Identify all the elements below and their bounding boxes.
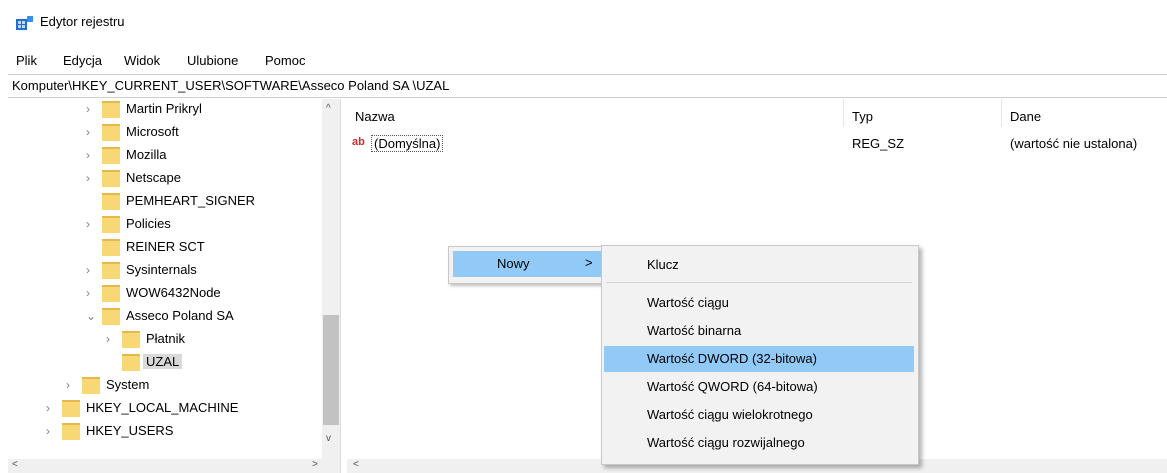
address-text[interactable]: Komputer\HKEY_CURRENT_USER\SOFTWARE\Asse… (12, 78, 449, 93)
chevron-right-icon[interactable]: › (46, 424, 56, 438)
menu-item-label: Wartość ciągu wielokrotnego (647, 407, 813, 422)
address-bar[interactable]: Komputer\HKEY_CURRENT_USER\SOFTWARE\Asse… (8, 74, 1167, 98)
menu-item-nowy[interactable]: Nowy > (453, 251, 603, 277)
title-bar: Edytor rejestru (0, 0, 1167, 44)
folder-icon (122, 331, 140, 348)
tree-node-label[interactable]: Netscape (126, 170, 181, 185)
column-divider[interactable] (843, 99, 844, 127)
tree-node-label[interactable]: UZAL (143, 354, 183, 369)
menu-bar: Plik Edycja Widok Ulubione Pomoc (0, 50, 1167, 72)
folder-icon (102, 147, 120, 164)
menu-item-expandable-string-value[interactable]: Wartość ciągu rozwijalnego (604, 430, 914, 456)
menu-item-label: Wartość QWORD (64-bitowa) (647, 379, 818, 394)
tree-node-label[interactable]: Płatnik (146, 331, 185, 346)
menu-item-qword-value[interactable]: Wartość QWORD (64-bitowa) (604, 374, 914, 400)
column-divider[interactable] (1001, 99, 1002, 127)
menu-item-label: Klucz (647, 257, 679, 272)
menu-item-label: Wartość DWORD (32-bitowa) (647, 351, 817, 366)
chevron-down-icon[interactable]: ⌄ (86, 309, 96, 323)
folder-icon (62, 400, 80, 417)
tree-node-label[interactable]: Asseco Poland SA (126, 308, 234, 323)
menu-separator (606, 282, 912, 283)
scroll-thumb[interactable] (323, 315, 339, 425)
scroll-right-icon[interactable]: > (312, 459, 318, 470)
folder-icon (102, 308, 120, 325)
tree-node-label[interactable]: Microsoft (126, 124, 179, 139)
tree-node-label[interactable]: HKEY_USERS (86, 423, 173, 438)
column-header-data[interactable]: Dane (1010, 109, 1041, 124)
regedit-icon (16, 16, 33, 30)
menu-item-label: Wartość ciągu (647, 295, 729, 310)
folder-icon (102, 285, 120, 302)
menu-pomoc[interactable]: Pomoc (265, 53, 305, 68)
tree-node-label[interactable]: Mozilla (126, 147, 166, 162)
column-header-name[interactable]: Nazwa (355, 109, 395, 124)
menu-item-label: Nowy (497, 256, 530, 271)
menu-widok[interactable]: Widok (124, 53, 160, 68)
tree-node-label[interactable]: Sysinternals (126, 262, 197, 277)
chevron-right-icon[interactable]: › (86, 286, 96, 300)
menu-item-label: Wartość binarna (647, 323, 742, 338)
registry-tree[interactable]: › Martin Prikryl › Microsoft › Mozilla ›… (8, 99, 340, 459)
tree-vertical-scrollbar[interactable]: ^ v (322, 99, 340, 459)
folder-icon (82, 377, 100, 394)
scroll-up-icon[interactable]: ^ (326, 103, 331, 114)
menu-edycja[interactable]: Edycja (63, 53, 102, 68)
tree-node-label[interactable]: Martin Prikryl (126, 101, 202, 116)
folder-icon (102, 170, 120, 187)
chevron-right-icon[interactable]: › (66, 378, 76, 392)
menu-item-label: Wartość ciągu rozwijalnego (647, 435, 805, 450)
chevron-right-icon[interactable]: › (106, 332, 116, 346)
chevron-right-icon[interactable]: › (86, 217, 96, 231)
string-value-icon: ab (352, 136, 365, 148)
tree-horizontal-scrollbar[interactable]: < > (8, 459, 340, 473)
chevron-right-icon[interactable]: › (86, 148, 96, 162)
pane-splitter[interactable] (340, 99, 347, 473)
menu-ulubione[interactable]: Ulubione (187, 53, 238, 68)
chevron-right-icon[interactable]: › (86, 102, 96, 116)
chevron-right-icon[interactable]: › (86, 125, 96, 139)
window-title: Edytor rejestru (40, 14, 125, 29)
tree-node-label[interactable]: PEMHEART_SIGNER (126, 193, 255, 208)
tree-node-label[interactable]: WOW6432Node (126, 285, 221, 300)
value-name[interactable]: (Domyślna) (371, 135, 444, 152)
folder-icon (62, 423, 80, 440)
folder-icon (102, 193, 120, 210)
menu-item-string-value[interactable]: Wartość ciągu (604, 290, 914, 316)
context-menu: Nowy > (448, 246, 608, 284)
folder-icon (102, 239, 120, 256)
chevron-right-icon[interactable]: › (86, 263, 96, 277)
value-type: REG_SZ (852, 136, 905, 151)
scroll-left-icon[interactable]: < (353, 459, 359, 470)
folder-icon (102, 124, 120, 141)
tree-node-label[interactable]: Policies (126, 216, 171, 231)
folder-icon (102, 101, 120, 118)
value-data: (wartość nie ustalona) (1010, 136, 1138, 151)
menu-plik[interactable]: Plik (16, 53, 37, 68)
tree-node-label[interactable]: HKEY_LOCAL_MACHINE (86, 400, 238, 415)
tree-node-label[interactable]: System (106, 377, 149, 392)
submenu-arrow-icon: > (585, 255, 593, 270)
menu-item-binary-value[interactable]: Wartość binarna (604, 318, 914, 344)
scroll-left-icon[interactable]: < (12, 459, 18, 470)
chevron-right-icon[interactable]: › (86, 171, 96, 185)
column-header-type[interactable]: Typ (852, 109, 873, 124)
tree-node-label[interactable]: REINER SCT (126, 239, 205, 254)
folder-icon (122, 354, 140, 371)
menu-item-dword-value[interactable]: Wartość DWORD (32-bitowa) (604, 346, 914, 372)
folder-icon (102, 262, 120, 279)
menu-item-klucz[interactable]: Klucz (604, 252, 914, 278)
menu-item-multi-string-value[interactable]: Wartość ciągu wielokrotnego (604, 402, 914, 428)
scroll-down-icon[interactable]: v (326, 433, 331, 444)
chevron-right-icon[interactable]: › (46, 401, 56, 415)
submenu-new: Klucz Wartość ciągu Wartość binarna Wart… (601, 245, 919, 465)
table-row[interactable]: ab (Domyślna) REG_SZ (wartość nie ustalo… (347, 133, 1167, 153)
folder-icon (102, 216, 120, 233)
